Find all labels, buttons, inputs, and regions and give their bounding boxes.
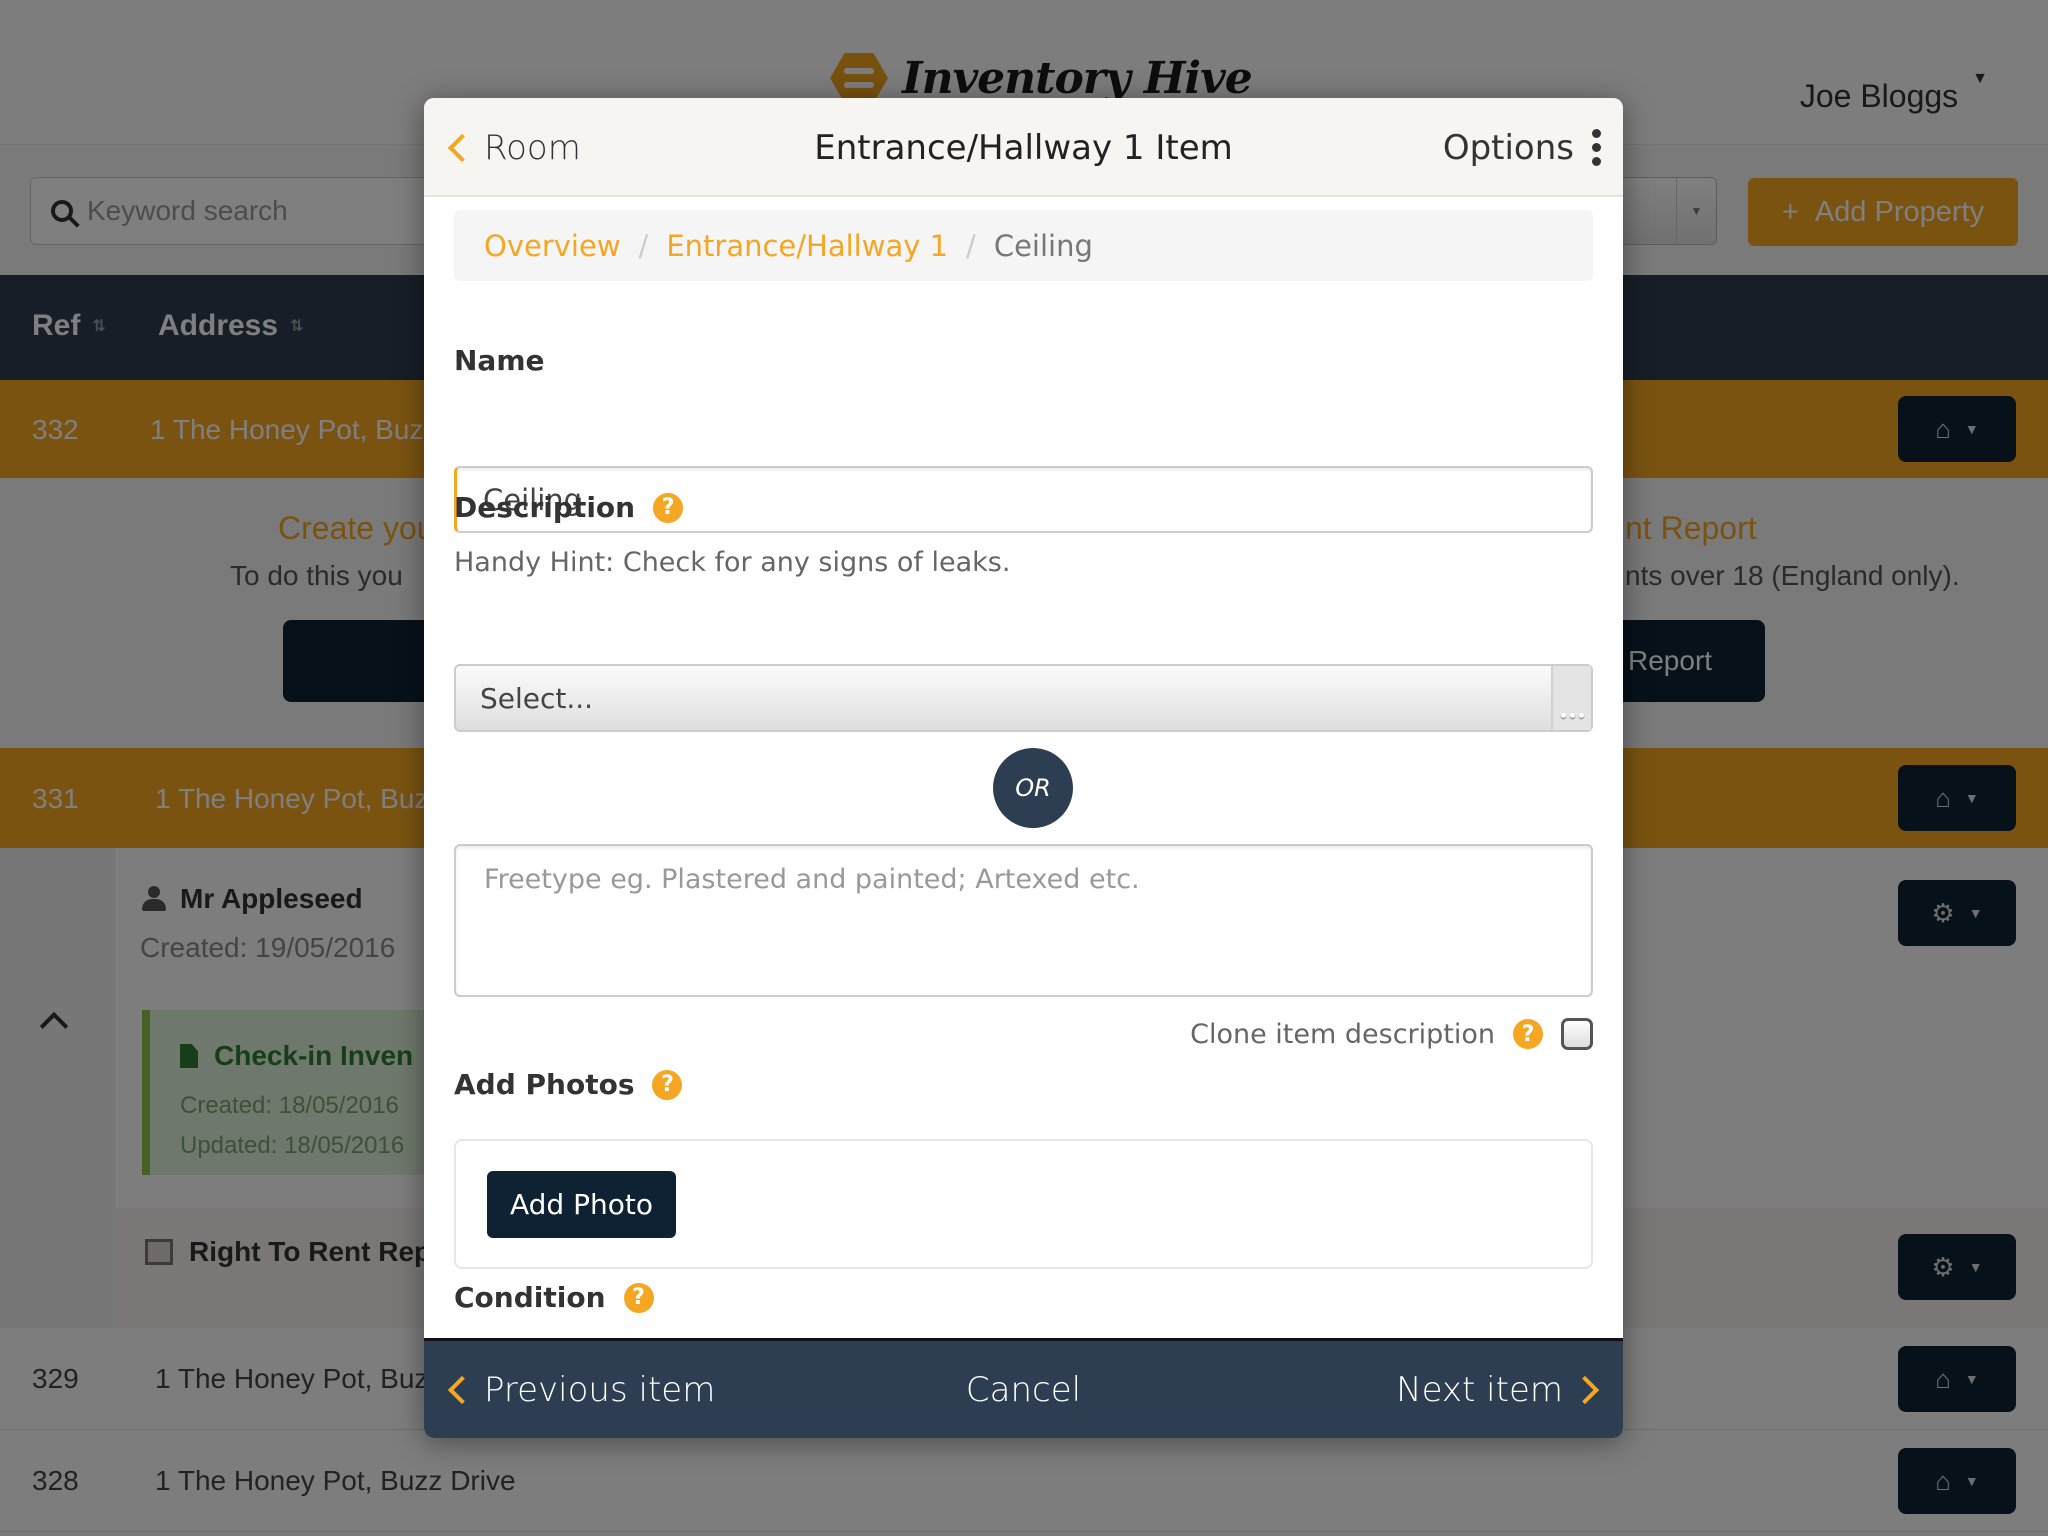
chevron-left-icon [447, 133, 477, 162]
clone-description-row: Clone item description ? [1190, 1018, 1593, 1050]
clone-label: Clone item description [1190, 1018, 1495, 1050]
breadcrumb-current: Ceiling [993, 228, 1093, 263]
next-item-label: Next item [1396, 1369, 1563, 1410]
help-icon[interactable]: ? [653, 492, 684, 523]
help-icon[interactable]: ? [623, 1282, 654, 1313]
breadcrumb-room[interactable]: Entrance/Hallway 1 [666, 229, 948, 263]
back-to-room-button[interactable]: Room [442, 98, 581, 197]
back-label: Room [484, 127, 581, 168]
description-label: Description ? [454, 491, 684, 524]
modal-header: Room Entrance/Hallway 1 Item Options [424, 98, 1623, 197]
breadcrumb-separator: / [638, 228, 649, 263]
item-edit-modal: Room Entrance/Hallway 1 Item Options Ove… [424, 98, 1623, 1438]
chevron-left-icon [447, 1375, 477, 1404]
breadcrumb: Overview / Entrance/Hallway 1 / Ceiling [454, 210, 1593, 281]
previous-item-label: Previous item [484, 1369, 716, 1410]
chevron-right-icon [1570, 1375, 1600, 1404]
cancel-button[interactable]: Cancel [966, 1370, 1081, 1410]
description-select-value: Select... [480, 681, 594, 715]
ellipsis-icon[interactable] [1551, 666, 1591, 730]
breadcrumb-overview[interactable]: Overview [484, 229, 621, 263]
help-icon[interactable]: ? [1513, 1019, 1543, 1049]
kebab-menu-icon [1592, 129, 1601, 166]
photo-dropzone: Add Photo [454, 1139, 1593, 1269]
freetype-description-textarea[interactable] [454, 844, 1593, 997]
options-label: Options [1442, 127, 1574, 168]
or-divider: OR [993, 748, 1073, 828]
description-select[interactable]: Select... [454, 664, 1593, 732]
condition-label-text: Condition [454, 1281, 606, 1314]
add-photos-label: Add Photos ? [454, 1068, 683, 1101]
help-icon[interactable]: ? [652, 1069, 683, 1100]
breadcrumb-separator: / [966, 228, 976, 263]
description-label-text: Description [454, 491, 636, 524]
condition-label: Condition ? [454, 1281, 654, 1314]
options-button[interactable]: Options [1443, 98, 1601, 197]
clone-description-checkbox[interactable] [1561, 1018, 1593, 1050]
name-label: Name [454, 344, 545, 377]
name-label-text: Name [454, 344, 545, 377]
add-photo-button[interactable]: Add Photo [487, 1171, 676, 1238]
previous-item-button[interactable]: Previous item [442, 1341, 715, 1438]
modal-footer: Previous item Cancel Next item [424, 1338, 1623, 1438]
next-item-button[interactable]: Next item [1396, 1341, 1605, 1438]
handy-hint: Handy Hint: Check for any signs of leaks… [454, 547, 1011, 578]
add-photos-label-text: Add Photos [454, 1068, 635, 1101]
